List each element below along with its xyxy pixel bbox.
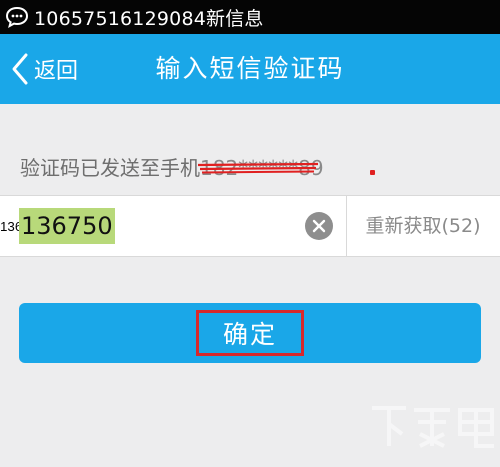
masked-phone-number: 182******89 (198, 156, 324, 180)
clear-x-icon[interactable] (305, 212, 333, 240)
back-label: 返回 (34, 59, 79, 84)
status-bar: 10657516129084新信息 (0, 0, 500, 34)
confirm-button[interactable]: 确定 (19, 303, 481, 363)
confirm-label: 确定 (222, 320, 277, 349)
sms-sent-hint: 验证码已发送至手机182******89 (20, 152, 324, 181)
annotation-dot (370, 170, 375, 175)
verification-code-row: 136750 重新获取(52) (0, 195, 500, 257)
verification-code-value: 136750 (19, 208, 115, 244)
notification-text: 10657516129084新信息 (34, 7, 264, 30)
redaction-scribble (198, 162, 318, 174)
hint-prefix: 验证码已发送至手机 (20, 156, 200, 180)
back-button[interactable]: 返回 (10, 34, 78, 104)
resend-code-button[interactable]: 重新获取(52) (346, 196, 500, 256)
chevron-left-icon (10, 52, 32, 86)
xiazaiba-watermark-logo (372, 406, 494, 448)
title-bar: 返回 输入短信验证码 (0, 34, 500, 104)
annotation-highlight-box: 确定 (195, 310, 304, 356)
message-bubble-icon (4, 4, 30, 30)
